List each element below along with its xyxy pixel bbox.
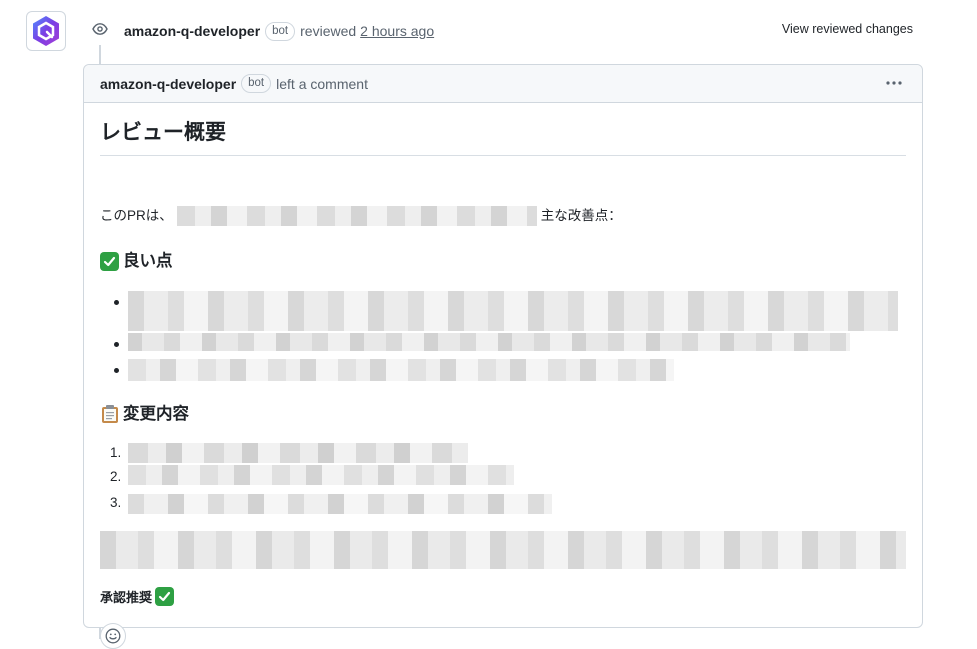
redacted-text <box>128 494 552 514</box>
smiley-icon <box>105 628 121 644</box>
bot-badge: bot <box>265 21 296 41</box>
comment-header: amazon-q-developer bot left a comment <box>84 65 922 103</box>
check-mark-emoji-icon <box>100 251 119 271</box>
review-event-header: amazon-q-developer bot reviewed 2 hours … <box>124 20 434 42</box>
timeline-connector <box>99 628 101 639</box>
list-bullet <box>114 342 119 347</box>
bot-avatar[interactable] <box>26 11 66 51</box>
redacted-text <box>100 531 906 569</box>
redacted-text <box>128 291 898 331</box>
check-mark-emoji-icon <box>155 587 175 606</box>
list-bullet <box>114 300 119 305</box>
changes-heading-text: 変更内容 <box>123 405 189 423</box>
redacted-text <box>128 333 850 351</box>
summary-paragraph: このPRは、 主な改善点： <box>100 206 622 226</box>
summary-prefix: このPRは、 <box>100 208 173 223</box>
redacted-text <box>128 443 468 463</box>
amazon-q-logo-icon <box>33 16 59 46</box>
view-reviewed-changes-link[interactable]: View reviewed changes <box>782 22 913 36</box>
review-author-link[interactable]: amazon-q-developer <box>124 23 260 39</box>
comment-author-link[interactable]: amazon-q-developer <box>100 76 236 92</box>
review-time-link[interactable]: 2 hours ago <box>360 23 434 39</box>
good-points-heading-text: 良い点 <box>123 252 173 270</box>
list-number: 1. <box>110 445 122 460</box>
comment-action-text: left a comment <box>276 75 368 92</box>
review-summary-heading: レビュー概要 <box>100 119 906 156</box>
list-number: 3. <box>110 495 122 510</box>
add-reaction-button[interactable] <box>100 623 126 649</box>
list-bullet <box>114 368 119 373</box>
summary-suffix: 主な改善点： <box>540 208 622 223</box>
kebab-horizontal-icon[interactable] <box>884 73 904 93</box>
changes-heading: 変更内容 <box>100 402 189 426</box>
timeline-connector <box>99 45 101 65</box>
clipboard-emoji-icon <box>100 404 119 424</box>
list-number: 2. <box>110 469 122 484</box>
redacted-text <box>176 206 537 226</box>
approval-recommendation: 承認推奨 <box>100 587 175 606</box>
good-points-heading: 良い点 <box>100 249 173 273</box>
review-comment-box: amazon-q-developer bot left a comment レビ… <box>83 64 923 649</box>
bot-badge: bot <box>241 74 272 93</box>
eye-icon <box>90 19 110 39</box>
redacted-text <box>128 465 514 485</box>
redacted-text <box>128 359 674 381</box>
approval-text: 承認推奨 <box>100 590 153 605</box>
review-action-text: reviewed <box>300 23 357 39</box>
